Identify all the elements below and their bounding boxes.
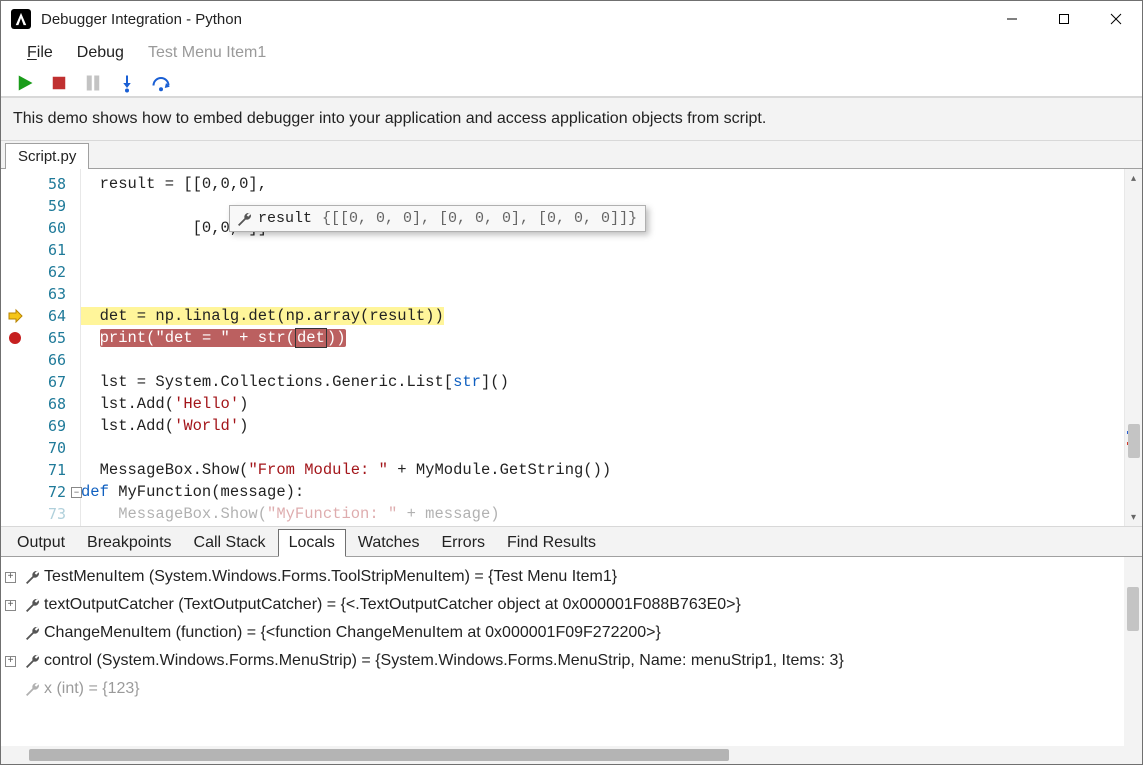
locals-node-text: control (System.Windows.Forms.MenuStrip)…: [44, 652, 844, 670]
wrench-icon: [24, 625, 40, 641]
locals-node[interactable]: + textOutputCatcher (TextOutputCatcher) …: [5, 591, 1120, 619]
app-icon: [11, 9, 31, 29]
wrench-icon: [24, 653, 40, 669]
wrench-icon: [24, 597, 40, 613]
hover-variable-value: {[[0, 0, 0], [0, 0, 0], [0, 0, 0]]}: [322, 210, 637, 227]
tab-locals[interactable]: Locals: [278, 529, 346, 557]
toolbar: [1, 69, 1142, 97]
app-window: Debugger Integration - Python File Debug…: [0, 0, 1143, 765]
stop-button[interactable]: [49, 73, 69, 93]
gutter: 58 59 60 61 62 63 64 65 66 67 68 69 70 7…: [1, 169, 81, 526]
maximize-button[interactable]: [1038, 1, 1090, 37]
locals-node-text: x (int) = {123}: [44, 680, 140, 698]
code-editor[interactable]: 58 59 60 61 62 63 64 65 66 67 68 69 70 7…: [1, 169, 1142, 527]
titlebar: Debugger Integration - Python: [1, 1, 1142, 37]
locals-node[interactable]: + TestMenuItem (System.Windows.Forms.Too…: [5, 563, 1120, 591]
scroll-thumb[interactable]: [1127, 587, 1139, 631]
wrench-icon: [24, 681, 40, 697]
tab-watches[interactable]: Watches: [348, 530, 430, 556]
tab-errors[interactable]: Errors: [431, 530, 495, 556]
scroll-up-icon[interactable]: ▴: [1125, 169, 1142, 187]
step-over-button[interactable]: [151, 73, 171, 93]
locals-vertical-scrollbar[interactable]: [1124, 557, 1142, 746]
minimize-button[interactable]: [986, 1, 1038, 37]
locals-panel: + TestMenuItem (System.Windows.Forms.Too…: [1, 557, 1142, 746]
expand-toggle-icon[interactable]: +: [5, 600, 16, 611]
description-bar: This demo shows how to embed debugger in…: [1, 97, 1142, 141]
scroll-thumb[interactable]: [1128, 424, 1140, 458]
menu-debug[interactable]: Debug: [67, 41, 134, 65]
editor-tabs: Script.py: [1, 141, 1142, 169]
breakpoint-icon[interactable]: [7, 330, 23, 346]
close-button[interactable]: [1090, 1, 1142, 37]
window-title: Debugger Integration - Python: [41, 11, 242, 28]
locals-node-text: ChangeMenuItem (function) = {<function C…: [44, 624, 661, 642]
scroll-down-icon[interactable]: ▾: [1125, 508, 1142, 526]
expand-toggle-icon[interactable]: +: [5, 656, 16, 667]
bottom-panel-tabs: Output Breakpoints Call Stack Locals Wat…: [1, 527, 1142, 557]
wrench-icon: [236, 211, 252, 227]
current-line-arrow-icon: [7, 308, 23, 324]
run-button[interactable]: [15, 73, 35, 93]
tab-find-results[interactable]: Find Results: [497, 530, 606, 556]
code-area[interactable]: result = [[0,0,0], [0,0,0]] det = np.lin…: [81, 169, 1124, 526]
locals-node-text: textOutputCatcher (TextOutputCatcher) = …: [44, 596, 741, 614]
debug-hover-tooltip: result {[[0, 0, 0], [0, 0, 0], [0, 0, 0]…: [229, 205, 646, 232]
step-into-button[interactable]: [117, 73, 137, 93]
locals-node[interactable]: x (int) = {123}: [5, 675, 1120, 703]
menu-file[interactable]: File: [17, 41, 63, 65]
tab-callstack[interactable]: Call Stack: [184, 530, 276, 556]
locals-node-text: TestMenuItem (System.Windows.Forms.ToolS…: [44, 568, 617, 586]
menubar: File Debug Test Menu Item1: [1, 37, 1142, 69]
tab-breakpoints[interactable]: Breakpoints: [77, 530, 182, 556]
menu-test-item[interactable]: Test Menu Item1: [138, 41, 276, 65]
tab-output[interactable]: Output: [7, 530, 75, 556]
wrench-icon: [24, 569, 40, 585]
locals-node[interactable]: ChangeMenuItem (function) = {<function C…: [5, 619, 1120, 647]
pause-button[interactable]: [83, 73, 103, 93]
expand-toggle-icon[interactable]: +: [5, 572, 16, 583]
scroll-thumb[interactable]: [29, 749, 729, 761]
editor-tab-script[interactable]: Script.py: [5, 143, 89, 169]
breakpoint-line-highlight: print("det = " + str(det)): [100, 329, 346, 347]
hover-variable-name: result: [258, 210, 312, 227]
locals-tree[interactable]: + TestMenuItem (System.Windows.Forms.Too…: [1, 557, 1124, 746]
locals-node[interactable]: + control (System.Windows.Forms.MenuStri…: [5, 647, 1120, 675]
current-line-highlight: det = np.linalg.det(np.array(result)): [81, 307, 444, 325]
editor-vertical-scrollbar[interactable]: ▴ ▾: [1124, 169, 1142, 526]
locals-horizontal-scrollbar[interactable]: [1, 746, 1142, 764]
